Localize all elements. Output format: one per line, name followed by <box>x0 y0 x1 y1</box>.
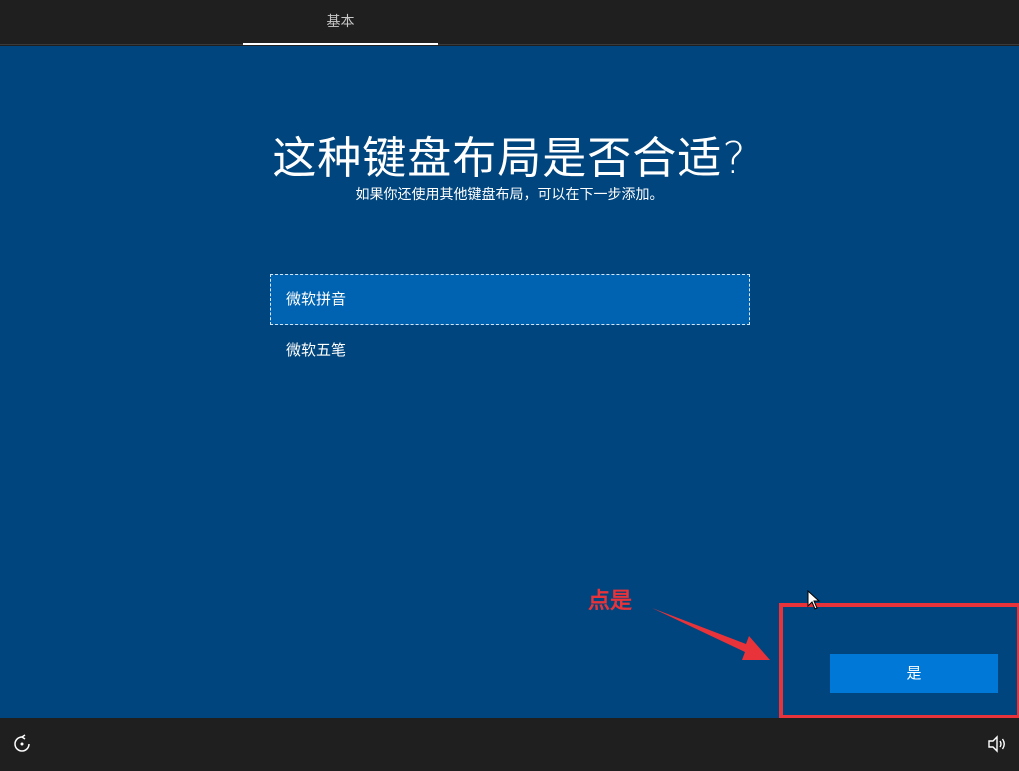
bottom-bar <box>0 718 1019 771</box>
accessibility-icon[interactable] <box>12 734 32 754</box>
volume-icon[interactable] <box>987 734 1007 754</box>
page-subtitle: 如果你还使用其他键盘布局，可以在下一步添加。 <box>355 187 664 203</box>
list-item-microsoft-pinyin[interactable]: 微软拼音 <box>270 274 750 325</box>
tab-underline <box>243 43 438 45</box>
page-title: 这种键盘布局是否合适? <box>272 133 747 184</box>
annotation-text: 点是 <box>588 589 633 614</box>
main-panel: 这种键盘布局是否合适? 如果你还使用其他键盘布局，可以在下一步添加。 微软拼音 … <box>0 46 1019 719</box>
yes-button[interactable]: 是 <box>830 654 998 693</box>
tab-basic[interactable]: 基本 <box>243 0 438 44</box>
keyboard-layout-list: 微软拼音 微软五笔 <box>270 274 750 376</box>
annotation-arrow-icon <box>652 608 770 660</box>
mouse-cursor-icon <box>807 590 821 610</box>
list-item-microsoft-wubi[interactable]: 微软五笔 <box>270 325 750 376</box>
top-bar: 基本 <box>0 0 1019 45</box>
